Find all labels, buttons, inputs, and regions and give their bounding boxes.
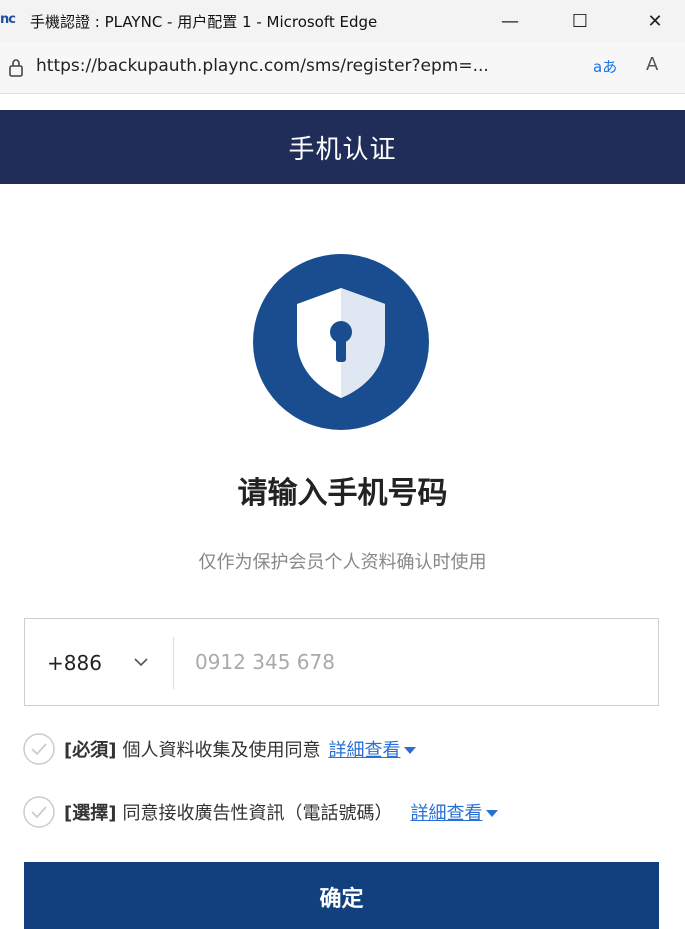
check-circle-icon[interactable] — [22, 795, 56, 829]
agreement-text: 個人資料收集及使用同意 — [122, 740, 321, 761]
phone-input[interactable] — [195, 641, 635, 683]
caret-down-icon[interactable] — [404, 739, 417, 760]
read-aloud-icon[interactable]: A — [646, 54, 658, 75]
agreement-tag: [選擇] — [64, 803, 117, 824]
details-link[interactable]: 詳細查看 — [328, 736, 400, 762]
window-titlebar: nc 手機認證 : PLAYNC - 用户配置 1 - Microsoft Ed… — [0, 0, 685, 42]
phone-number-field: +886 — [24, 618, 659, 706]
page-header-title: 手机认证 — [288, 134, 397, 165]
window-title: 手機認證 : PLAYNC - 用户配置 1 - Microsoft Edge — [30, 13, 378, 31]
lock-icon[interactable] — [8, 58, 24, 82]
agreement-optional[interactable]: [選擇] 同意接收廣告性資訊（電話號碼） 詳細查看 — [22, 795, 499, 829]
page-heading: 请输入手机号码 — [237, 476, 448, 511]
url-text[interactable]: https://backupauth.plaync.com/sms/regist… — [36, 56, 489, 76]
maximize-button[interactable]: ☐ — [550, 0, 610, 42]
page-header: 手机认证 — [0, 110, 685, 184]
details-link[interactable]: 詳細查看 — [410, 799, 482, 825]
minimize-button[interactable]: — — [480, 0, 540, 42]
page-subtext: 仅作为保护会员个人资料确认时使用 — [198, 552, 487, 573]
country-code-select[interactable]: +886 — [47, 651, 102, 675]
close-button[interactable]: ✕ — [625, 0, 685, 42]
caret-down-icon[interactable] — [486, 802, 499, 823]
app-logo: nc — [0, 12, 16, 27]
check-circle-icon[interactable] — [22, 732, 56, 766]
address-bar[interactable]: https://backupauth.plaync.com/sms/regist… — [0, 42, 685, 94]
field-divider — [173, 637, 174, 689]
confirm-button[interactable]: 确定 — [24, 862, 659, 929]
agreement-text: 同意接收廣告性資訊（電話號碼） — [122, 803, 393, 824]
immersive-reader-icon[interactable]: aあ — [593, 56, 617, 77]
shield-keyhole-icon — [253, 254, 429, 430]
chevron-down-icon[interactable] — [133, 653, 149, 672]
agreement-tag: [必須] — [64, 740, 117, 761]
agreement-required[interactable]: [必須] 個人資料收集及使用同意 詳細查看 — [22, 732, 417, 766]
